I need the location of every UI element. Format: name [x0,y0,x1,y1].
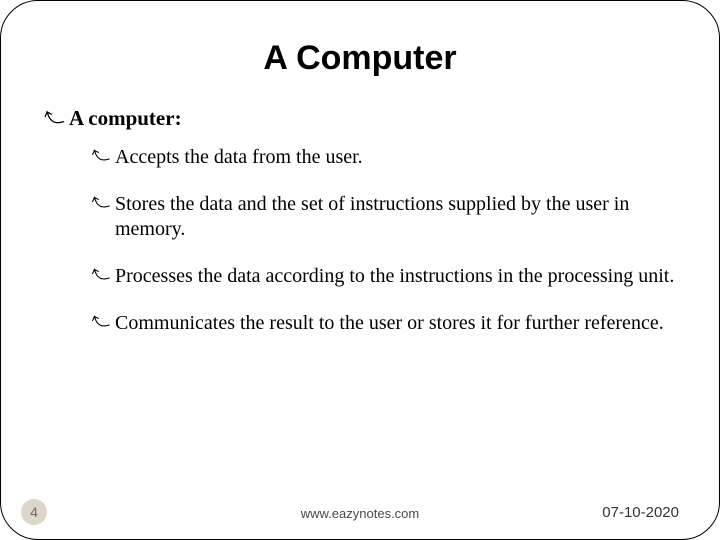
page-number-badge: 4 [21,499,47,525]
l1-label: A computer: [69,106,182,130]
slide-title: A Computer [41,39,679,78]
list-item-l1: A computer: Accepts the data from the us… [45,106,679,336]
list-item-l2: Stores the data and the set of instructi… [93,192,679,242]
footer-date: 07-10-2020 [602,504,679,521]
page-number: 4 [30,504,38,520]
footer-site: www.eazynotes.com [301,506,420,521]
content-list: A computer: Accepts the data from the us… [45,106,679,336]
list-item-l2: Accepts the data from the user. [93,145,679,170]
list-item-l2: Processes the data according to the inst… [93,264,679,289]
slide-frame: A Computer A computer: Accepts the data … [0,0,720,540]
list-item-l2: Communicates the result to the user or s… [93,311,679,336]
sub-list: Accepts the data from the user. Stores t… [93,145,679,336]
